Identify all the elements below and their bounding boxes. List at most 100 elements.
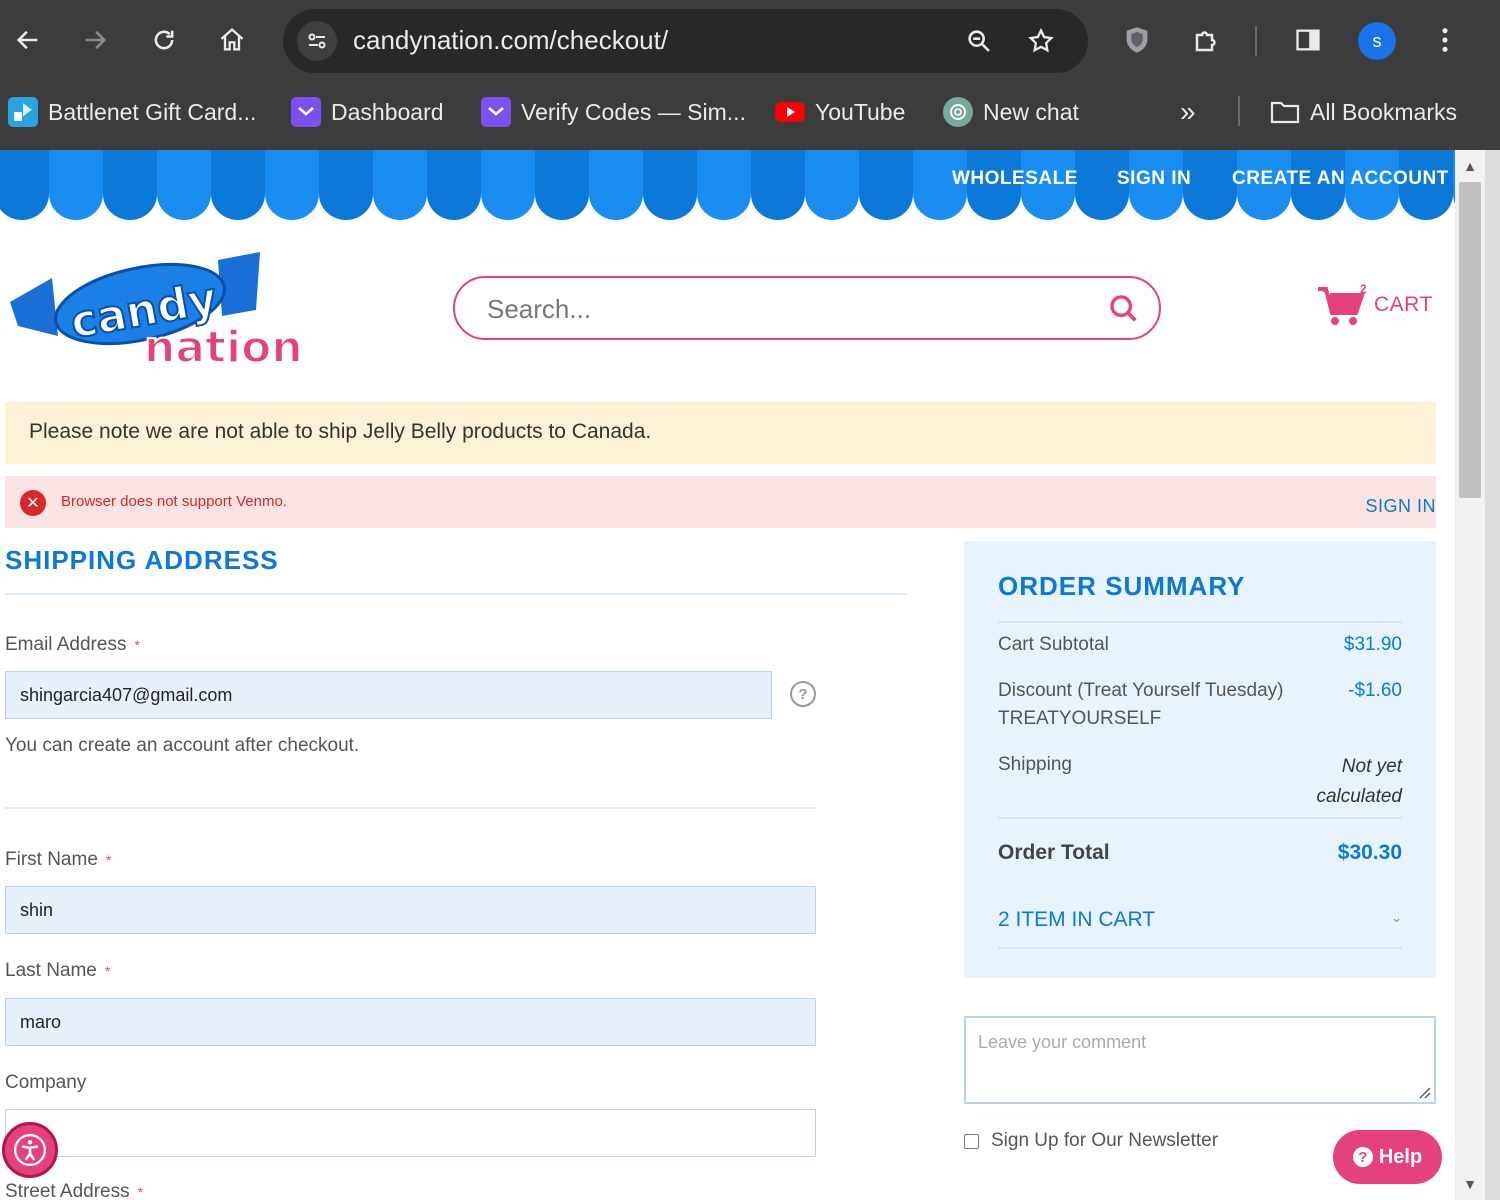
- help-button[interactable]: ? Help: [1333, 1130, 1442, 1184]
- search-input[interactable]: [487, 290, 1087, 328]
- first-name-field[interactable]: shin: [5, 886, 816, 934]
- shipping-divider: [5, 593, 906, 595]
- wholesale-link[interactable]: WHOLESALE: [952, 168, 1078, 190]
- subtotal-row: Cart Subtotal $31.90: [998, 634, 1402, 656]
- order-comment[interactable]: [964, 1016, 1436, 1104]
- items-in-cart-toggle[interactable]: 2 ITEM IN CART ⌄: [998, 908, 1402, 932]
- home-button[interactable]: [210, 18, 254, 62]
- chevron-down-icon: ⌄: [1391, 910, 1402, 925]
- bookmark-verify-codes[interactable]: Verify Codes — Sim...: [481, 96, 746, 128]
- help-label: Help: [1378, 1145, 1423, 1168]
- order-summary-heading: ORDER SUMMARY: [998, 571, 1246, 601]
- venmo-error-message: ✕ Browser does not support Venmo. SIGN I…: [5, 476, 1436, 528]
- awning-scallop: [1237, 190, 1291, 220]
- web-page: WHOLESALE SIGN IN CREATE AN ACCOUNT cand…: [0, 150, 1455, 1200]
- shipping-address-heading: SHIPPING ADDRESS: [5, 545, 279, 575]
- resize-grip-icon[interactable]: [1417, 1085, 1431, 1099]
- error-sign-in-link[interactable]: SIGN IN: [1365, 496, 1436, 517]
- zoom-magnifier-icon: [968, 30, 990, 52]
- items-in-cart-label: 2 ITEM IN CART: [998, 908, 1156, 931]
- forward-arrow-icon: [85, 30, 107, 50]
- candy-wrapper-icon: candy nation: [10, 252, 304, 374]
- browser-chrome: candynation.com/checkout/ s Battlenet Gi…: [0, 0, 1500, 150]
- address-bar[interactable]: candynation.com/checkout/: [283, 9, 1088, 73]
- mini-cart[interactable]: 2 CART ⌄: [1316, 280, 1455, 330]
- email-field[interactable]: shingarcia407@gmail.com: [5, 671, 772, 719]
- newsletter-option: Sign Up for Our Newsletter: [964, 1130, 1218, 1152]
- awning-scallop: [859, 190, 913, 220]
- awning-scallop: [913, 190, 967, 220]
- awning-scallop: [265, 190, 319, 220]
- more-bookmarks-button[interactable]: »: [1180, 96, 1196, 128]
- awning-scallop: [427, 190, 481, 220]
- awning-scallop: [211, 190, 265, 220]
- awning-scallop: [1291, 190, 1345, 220]
- site-info-button[interactable]: [297, 21, 337, 61]
- company-field[interactable]: [5, 1109, 816, 1157]
- order-summary: ORDER SUMMARY Cart Subtotal $31.90 Disco…: [964, 541, 1436, 978]
- back-button[interactable]: [6, 18, 50, 62]
- extension-shield-button[interactable]: [1115, 18, 1159, 62]
- search-icon[interactable]: [1107, 292, 1141, 326]
- create-account-link[interactable]: CREATE AN ACCOUNT: [1232, 168, 1449, 190]
- comment-textarea[interactable]: [966, 1018, 1434, 1102]
- discount-row: Discount (Treat Yourself Tuesday) -$1.60: [998, 680, 1402, 702]
- discount-code: TREATYOURSELF: [998, 708, 1162, 729]
- accessibility-button[interactable]: [2, 1122, 58, 1178]
- bookmarks-divider: [1238, 96, 1240, 126]
- site-search[interactable]: [453, 276, 1161, 340]
- bookmark-label: Verify Codes — Sim...: [521, 98, 746, 125]
- reload-icon: [154, 30, 174, 50]
- window-edge: [1485, 150, 1500, 1200]
- browser-menu-button[interactable]: [1423, 18, 1467, 62]
- back-arrow-icon: [16, 30, 38, 50]
- side-panel-button[interactable]: [1286, 18, 1330, 62]
- bookmark-star-button[interactable]: [1025, 25, 1057, 57]
- kebab-menu-icon: [1442, 28, 1448, 52]
- last-name-field[interactable]: maro: [5, 998, 816, 1046]
- awning-scallop: [1183, 190, 1237, 220]
- email-help-icon[interactable]: ?: [790, 681, 816, 707]
- bookmark-dashboard[interactable]: Dashboard: [291, 96, 444, 128]
- awning-scallop: [589, 190, 643, 220]
- awning-scallop: [751, 190, 805, 220]
- error-text: Browser does not support Venmo.: [61, 493, 287, 510]
- sign-in-link[interactable]: SIGN IN: [1117, 168, 1191, 190]
- newsletter-checkbox[interactable]: [964, 1133, 979, 1149]
- zoom-button[interactable]: [963, 25, 995, 57]
- error-x-icon: ✕: [20, 490, 46, 516]
- extensions-button[interactable]: [1185, 18, 1229, 62]
- profile-avatar[interactable]: s: [1358, 22, 1396, 60]
- awning-scallop: [1129, 190, 1183, 220]
- email-label: Email Address *: [5, 634, 140, 655]
- awning-scallop: [535, 190, 589, 220]
- accessibility-icon: [13, 1133, 47, 1167]
- all-bookmarks-button[interactable]: All Bookmarks: [1270, 96, 1457, 128]
- scroll-down-arrow-icon[interactable]: ▼: [1455, 1170, 1485, 1198]
- street-address-label: Street Address *: [5, 1181, 144, 1200]
- email-section-divider: [5, 807, 816, 809]
- candy-nation-logo[interactable]: candy nation: [10, 250, 304, 374]
- reload-button[interactable]: [142, 18, 186, 62]
- awning-scallop: [805, 190, 859, 220]
- bookmark-new-chat[interactable]: New chat: [943, 96, 1079, 128]
- bookmark-label: Battlenet Gift Card...: [48, 98, 257, 125]
- forward-button[interactable]: [73, 18, 117, 62]
- awning-scallop: [0, 190, 49, 220]
- cart-label: CART: [1374, 293, 1433, 316]
- summary-divider: [998, 947, 1402, 949]
- bookmark-battlenet[interactable]: Battlenet Gift Card...: [8, 96, 256, 128]
- scroll-up-arrow-icon[interactable]: ▲: [1455, 152, 1485, 180]
- home-icon: [220, 27, 244, 51]
- awning-scallop: [697, 190, 751, 220]
- bookmark-youtube[interactable]: YouTube: [775, 96, 905, 128]
- bookmarks-bar: Battlenet Gift Card... Dashboard Verify …: [0, 90, 1500, 134]
- awning-scallop: [643, 190, 697, 220]
- awning-scallop: [967, 190, 1021, 220]
- cart-count-badge: 2: [1360, 282, 1367, 296]
- url-text[interactable]: candynation.com/checkout/: [353, 25, 668, 56]
- page-scrollbar[interactable]: ▲ ▼: [1455, 150, 1485, 1200]
- scrollbar-thumb[interactable]: [1459, 182, 1481, 498]
- subtotal-value: $31.90: [1343, 634, 1402, 655]
- awning-scallop: [481, 190, 535, 220]
